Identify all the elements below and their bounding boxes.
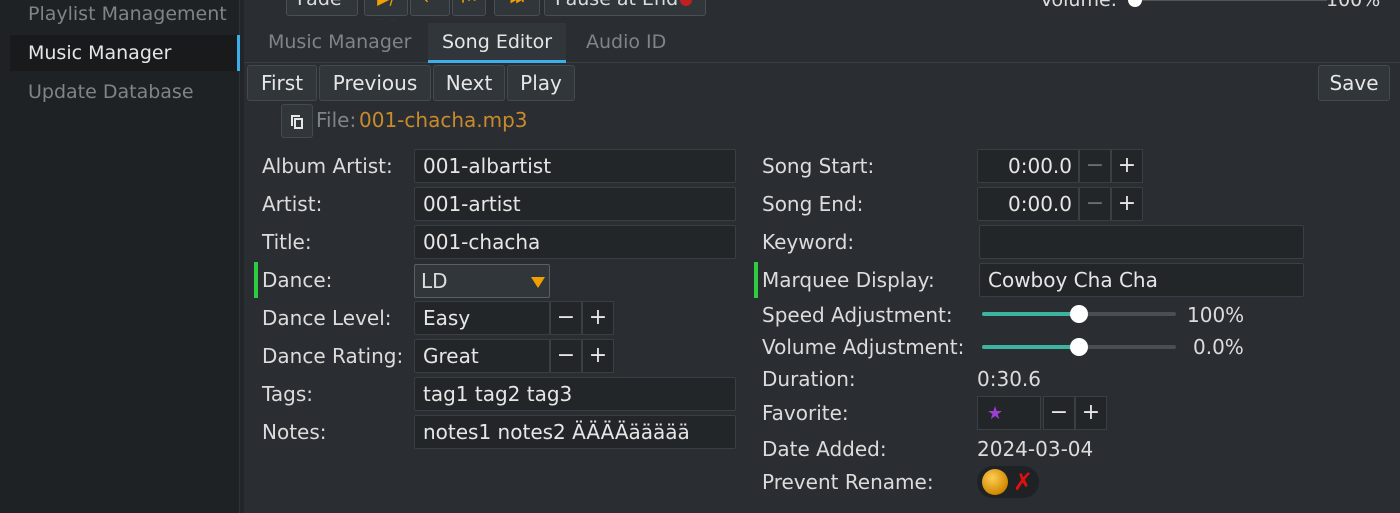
artist-input[interactable]: 001-artist: [414, 187, 736, 221]
dance-level-value: Easy: [414, 301, 550, 335]
volume-adjustment-handle[interactable]: [1070, 338, 1088, 356]
save-button[interactable]: Save: [1318, 65, 1390, 101]
speed-adjustment-handle[interactable]: [1070, 305, 1088, 323]
song-end-input[interactable]: 0:00.0: [977, 187, 1079, 221]
status-dot-icon: [680, 0, 693, 6]
dance-rating-increment[interactable]: +: [582, 339, 614, 373]
favorite-label: Favorite:: [762, 401, 849, 425]
pause-at-end-label: Pause at End: [555, 0, 678, 10]
date-added-value: 2024-03-04: [977, 437, 1094, 461]
repeat-icon[interactable]: ↩: [410, 0, 450, 16]
off-x-icon: ✗: [1013, 468, 1034, 496]
keyword-label: Keyword:: [762, 230, 855, 254]
prevent-rename-toggle[interactable]: ✗: [977, 466, 1039, 498]
changed-marker: [254, 262, 258, 298]
file-name: 001-chacha.mp3: [359, 108, 528, 132]
previous-button[interactable]: Previous: [319, 65, 431, 101]
album-artist-input[interactable]: 001-albartist: [414, 149, 736, 183]
song-start-decrement[interactable]: −: [1079, 149, 1111, 183]
notes-input[interactable]: notes1 notes2 ÄÄÄÄäääää: [414, 415, 736, 449]
tab-song-editor[interactable]: Song Editor: [428, 23, 567, 63]
pause-at-end-button[interactable]: Pause at End: [544, 0, 706, 16]
duration-value: 0:30.6: [977, 367, 1041, 391]
dance-label: Dance:: [262, 268, 333, 292]
title-input[interactable]: 001-chacha: [414, 225, 736, 259]
first-button[interactable]: First: [247, 65, 317, 101]
fade-button[interactable]: Fade: [286, 0, 358, 16]
song-end-label: Song End:: [762, 192, 864, 216]
song-end-increment[interactable]: +: [1111, 187, 1143, 221]
sidebar-item-music-manager[interactable]: Music Manager: [10, 35, 240, 71]
dance-level-decrement[interactable]: −: [550, 301, 582, 335]
volume-slider-handle[interactable]: [1128, 0, 1142, 7]
speed-adjustment-slider[interactable]: [982, 305, 1176, 323]
volume-adjustment-label: Volume Adjustment:: [762, 335, 965, 359]
speed-adjustment-value: 100%: [1187, 303, 1245, 327]
duration-label: Duration:: [762, 367, 856, 391]
changed-marker: [754, 262, 758, 298]
volume-label: Volume:: [1040, 0, 1118, 11]
tags-input[interactable]: tag1 tag2 tag3: [414, 377, 736, 411]
volume-slider[interactable]: [1132, 0, 1327, 1]
player-controls: Fade ▶/❚❚ ↩ ⏮ ⏭ Pause at End Volume: 100…: [244, 0, 1400, 20]
favorite-increment[interactable]: +: [1075, 396, 1107, 430]
file-label: File:: [316, 108, 357, 132]
tab-music-manager[interactable]: Music Manager: [254, 23, 425, 63]
dance-level-increment[interactable]: +: [582, 301, 614, 335]
toggle-knob-icon: [982, 469, 1008, 495]
sidebar-item-playlist-management[interactable]: Playlist Management: [10, 0, 240, 32]
play-button[interactable]: Play: [507, 65, 575, 101]
dance-rating-label: Dance Rating:: [262, 344, 404, 368]
song-start-label: Song Start:: [762, 154, 875, 178]
next-button[interactable]: Next: [433, 65, 505, 101]
sidebar-item-update-database[interactable]: Update Database: [10, 74, 240, 110]
volume-adjustment-value: 0.0%: [1193, 335, 1244, 359]
keyword-input[interactable]: [979, 225, 1304, 259]
title-label: Title:: [262, 230, 312, 254]
dance-rating-decrement[interactable]: −: [550, 339, 582, 373]
notes-label: Notes:: [262, 420, 327, 444]
dance-level-label: Dance Level:: [262, 306, 392, 330]
play-pause-icon[interactable]: ▶/❚❚: [364, 0, 408, 20]
tab-audio-id[interactable]: Audio ID: [572, 23, 680, 63]
skip-back-icon[interactable]: ⏮: [452, 0, 486, 16]
volume-value: 100%: [1326, 0, 1381, 11]
sidebar: Playlist Management Music Manager Update…: [0, 0, 240, 513]
dance-select[interactable]: LD: [414, 264, 550, 298]
album-artist-label: Album Artist:: [262, 154, 393, 178]
favorite-star-icon: ★: [987, 403, 1004, 424]
skip-forward-icon[interactable]: ⏭: [494, 0, 540, 16]
date-added-label: Date Added:: [762, 437, 887, 461]
song-start-input[interactable]: 0:00.0: [977, 149, 1079, 183]
main-panel: Music Manager Song Editor Audio ID First…: [244, 20, 1400, 513]
tab-bar: Music Manager Song Editor Audio ID: [244, 23, 1400, 63]
song-start-increment[interactable]: +: [1111, 149, 1143, 183]
copy-icon[interactable]: [281, 104, 313, 138]
dance-select-value: LD: [421, 269, 448, 293]
speed-adjustment-fill: [982, 312, 1079, 316]
volume-adjustment-slider[interactable]: [982, 338, 1176, 356]
artist-label: Artist:: [262, 192, 323, 216]
marquee-display-label: Marquee Display:: [762, 268, 935, 292]
marquee-display-input[interactable]: Cowboy Cha Cha: [979, 263, 1304, 297]
volume-adjustment-fill: [982, 345, 1079, 349]
speed-adjustment-label: Speed Adjustment:: [762, 303, 953, 327]
prevent-rename-label: Prevent Rename:: [762, 470, 934, 494]
dance-rating-value: Great: [414, 339, 550, 373]
favorite-decrement[interactable]: −: [1043, 396, 1075, 430]
tags-label: Tags:: [262, 382, 314, 406]
favorite-value: ★: [977, 396, 1041, 430]
song-end-decrement[interactable]: −: [1079, 187, 1111, 221]
dropdown-arrow-icon: [531, 277, 545, 288]
